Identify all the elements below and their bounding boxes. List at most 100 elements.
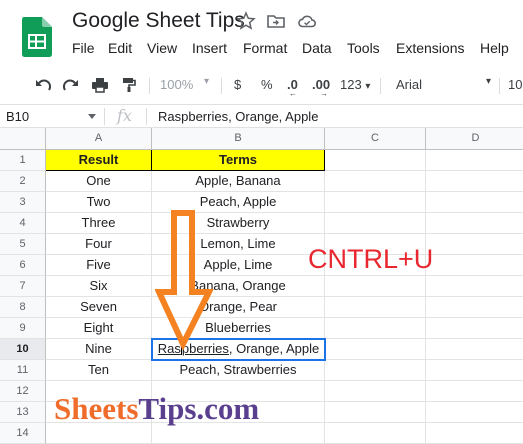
table-cell[interactable] <box>325 423 426 444</box>
zoom-caret-icon: ▾ <box>204 76 210 87</box>
table-cell[interactable]: Ten <box>46 360 152 381</box>
font-value: Arial <box>396 77 423 92</box>
table-cell[interactable] <box>426 318 523 339</box>
table-cell[interactable] <box>325 360 426 381</box>
row-header[interactable]: 2 <box>0 171 46 192</box>
menu-view[interactable]: View <box>147 40 177 56</box>
table-cell[interactable]: Apple, Banana <box>152 171 325 192</box>
paint-format-button[interactable] <box>121 77 137 93</box>
row-header[interactable]: 9 <box>0 318 46 339</box>
table-cell[interactable] <box>426 213 523 234</box>
menu-format[interactable]: Format <box>243 40 287 56</box>
table-cell[interactable] <box>325 213 426 234</box>
table-cell[interactable] <box>426 381 523 402</box>
formula-input[interactable]: Raspberries, Orange, Apple <box>158 109 318 124</box>
menu-edit[interactable]: Edit <box>108 40 132 56</box>
select-all-corner[interactable] <box>0 128 46 150</box>
table-cell[interactable] <box>325 150 426 171</box>
cloud-saved-icon[interactable] <box>297 11 317 31</box>
table-cell[interactable]: Nine <box>46 339 152 360</box>
row-header-selected[interactable]: 10 <box>0 339 46 360</box>
table-cell[interactable] <box>426 297 523 318</box>
google-sheets-logo-icon[interactable] <box>22 17 52 57</box>
undo-icon <box>36 79 52 91</box>
table-cell[interactable]: Two <box>46 192 152 213</box>
table-cell[interactable]: Eight <box>46 318 152 339</box>
table-cell[interactable] <box>426 276 523 297</box>
print-button[interactable] <box>91 77 109 93</box>
table-cell[interactable]: One <box>46 171 152 192</box>
table-cell[interactable] <box>325 171 426 192</box>
formula-bar: B10 fx Raspberries, Orange, Apple <box>0 104 523 128</box>
currency-button[interactable]: $ <box>234 77 241 93</box>
row-header[interactable]: 1 <box>0 150 46 171</box>
table-cell[interactable] <box>325 297 426 318</box>
table-cell[interactable] <box>426 360 523 381</box>
menu-tools[interactable]: Tools <box>347 40 380 56</box>
font-select[interactable]: Arial ▾ <box>396 76 496 93</box>
header-cell-terms[interactable]: Terms <box>152 150 325 171</box>
column-header-d[interactable]: D <box>426 128 523 150</box>
increase-decimal-button[interactable]: .00 → <box>312 77 330 98</box>
menu-extensions[interactable]: Extensions <box>396 40 464 56</box>
table-cell[interactable] <box>426 150 523 171</box>
name-box[interactable]: B10 <box>6 109 29 124</box>
table-cell[interactable] <box>325 192 426 213</box>
formula-divider <box>104 108 105 125</box>
table-cell[interactable] <box>325 402 426 423</box>
star-icon[interactable] <box>236 11 256 31</box>
table-cell[interactable]: Peach, Strawberries <box>152 360 325 381</box>
row-header[interactable]: 5 <box>0 234 46 255</box>
table-cell[interactable] <box>426 423 523 444</box>
table-cell[interactable] <box>426 192 523 213</box>
formula-divider <box>146 108 147 125</box>
table-cell[interactable] <box>426 234 523 255</box>
table-cell[interactable] <box>326 339 426 360</box>
row-header[interactable]: 4 <box>0 213 46 234</box>
column-header-a[interactable]: A <box>46 128 152 150</box>
menu-insert[interactable]: Insert <box>192 40 227 56</box>
row-header[interactable]: 11 <box>0 360 46 381</box>
document-title[interactable]: Google Sheet Tips <box>72 9 245 33</box>
chevron-down-icon[interactable] <box>88 114 96 119</box>
row-header[interactable]: 12 <box>0 381 46 402</box>
column-header-b[interactable]: B <box>152 128 325 150</box>
menu-data[interactable]: Data <box>302 40 332 56</box>
redo-icon <box>62 79 78 91</box>
column-header-c[interactable]: C <box>325 128 426 150</box>
table-cell[interactable]: Three <box>46 213 152 234</box>
table-cell[interactable] <box>426 402 523 423</box>
font-size-select[interactable]: 10 <box>508 77 522 93</box>
undo-button[interactable] <box>34 77 52 93</box>
table-cell[interactable] <box>325 318 426 339</box>
table-cell[interactable]: Seven <box>46 297 152 318</box>
row-header[interactable]: 3 <box>0 192 46 213</box>
row-header[interactable]: 7 <box>0 276 46 297</box>
arrow-right-icon: → <box>320 89 328 98</box>
menu-help[interactable]: Help <box>480 40 509 56</box>
table-cell[interactable] <box>426 171 523 192</box>
table-cell[interactable] <box>325 276 426 297</box>
table-cell[interactable] <box>325 381 426 402</box>
row-header[interactable]: 13 <box>0 402 46 423</box>
move-folder-icon[interactable] <box>266 11 286 31</box>
table-cell[interactable] <box>426 339 523 360</box>
font-caret-icon: ▾ <box>486 76 492 87</box>
table-cell[interactable]: Six <box>46 276 152 297</box>
table-cell[interactable]: Four <box>46 234 152 255</box>
decrease-decimal-button[interactable]: .0 ← <box>287 77 298 98</box>
redo-button[interactable] <box>62 77 80 93</box>
print-icon <box>92 78 108 93</box>
row-header[interactable]: 8 <box>0 297 46 318</box>
more-formats-button[interactable]: 123 ▾ <box>340 77 370 93</box>
row-header[interactable]: 6 <box>0 255 46 276</box>
percent-button[interactable]: % <box>261 77 273 93</box>
zoom-select[interactable]: 100% ▾ <box>160 76 209 93</box>
more-formats-caret-icon: ▾ <box>365 81 371 92</box>
header-cell-result[interactable]: Result <box>46 150 152 171</box>
table-cell[interactable] <box>426 255 523 276</box>
menu-file[interactable]: File <box>72 40 95 56</box>
row-header[interactable]: 14 <box>0 423 46 444</box>
keyboard-shortcut-label: CNTRL+U <box>308 244 434 274</box>
table-cell[interactable]: Five <box>46 255 152 276</box>
